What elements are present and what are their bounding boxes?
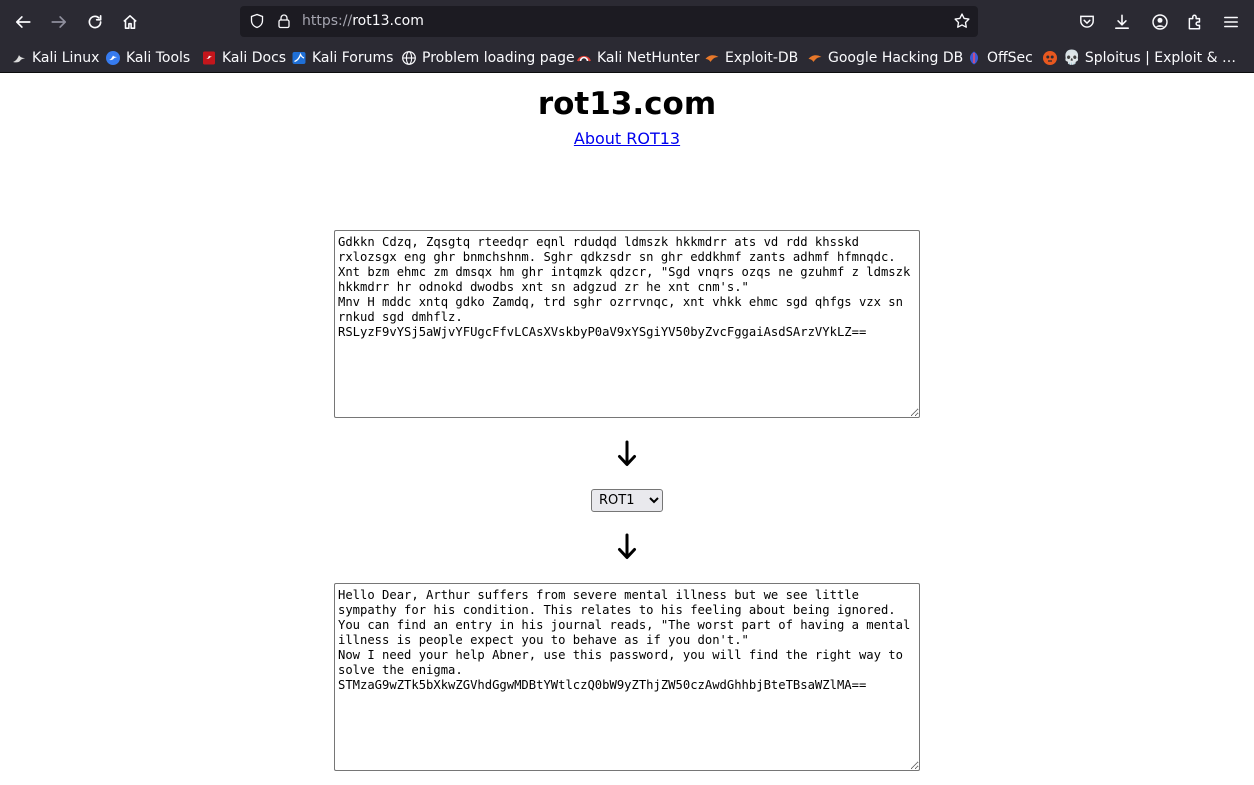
- bookmark-label: 💀 Sploitus | Exploit & …: [1063, 50, 1236, 66]
- rotation-select[interactable]: ROT1: [591, 489, 663, 512]
- bookmark-sploitus[interactable]: 💀 Sploitus | Exploit & …: [1042, 48, 1236, 68]
- kali-tools-icon: [106, 51, 120, 65]
- rotation-select-wrapper: ROT1: [591, 489, 663, 512]
- bookmark-offsec[interactable]: OffSec: [966, 48, 1033, 68]
- url-host: rot13.com: [352, 13, 424, 29]
- home-icon[interactable]: [116, 8, 144, 36]
- bookmark-label: Kali Linux: [32, 50, 100, 66]
- bookmark-label: Google Hacking DB: [828, 50, 964, 66]
- bookmark-exploit-db[interactable]: Exploit-DB: [704, 48, 798, 68]
- menu-hamburger-icon[interactable]: [1217, 8, 1245, 36]
- kali-forums-icon: [292, 52, 306, 64]
- back-arrow-icon[interactable]: [9, 8, 37, 36]
- bookmark-kali-docs[interactable]: Kali Docs: [201, 48, 286, 68]
- lock-icon[interactable]: [276, 13, 292, 29]
- bookmark-label: OffSec: [987, 50, 1033, 66]
- bookmark-label: Problem loading page: [422, 50, 575, 66]
- globe-icon: [402, 51, 416, 65]
- reload-icon[interactable]: [81, 8, 109, 36]
- exploitdb-icon: [705, 55, 719, 62]
- pocket-icon[interactable]: [1073, 8, 1101, 36]
- page-title: rot13.com: [537, 86, 717, 122]
- kali-docs-icon: [203, 51, 215, 65]
- ghdb-icon: [808, 55, 822, 62]
- bookmark-label: Kali Tools: [126, 50, 191, 66]
- nethunter-icon: [576, 55, 592, 62]
- account-icon[interactable]: [1146, 8, 1174, 36]
- downloads-icon[interactable]: [1108, 8, 1136, 36]
- input-textarea[interactable]: Gdkkn Cdzq, Zqsgtq rteedqr eqnl rdudqd l…: [334, 230, 920, 418]
- sploitus-icon: [1043, 51, 1057, 65]
- bookmark-label: Kali NetHunter: [597, 50, 700, 66]
- address-bar[interactable]: https://rot13.com: [240, 6, 978, 37]
- bookmark-label: Kali Docs: [222, 50, 287, 66]
- bookmark-kali-tools[interactable]: Kali Tools: [105, 48, 190, 68]
- bookmark-problem-loading-page[interactable]: Problem loading page: [401, 48, 575, 68]
- bookmark-star-icon[interactable]: [953, 12, 971, 30]
- offsec-icon: [970, 51, 978, 65]
- bookmark-google-hacking-db[interactable]: Google Hacking DB: [807, 48, 963, 68]
- down-arrow-icon: [618, 533, 636, 559]
- browser-toolbar: https://rot13.com: [0, 0, 1254, 44]
- forward-arrow-icon[interactable]: [45, 8, 73, 36]
- about-rot13-link[interactable]: About ROT13: [574, 129, 680, 148]
- tracking-shield-icon[interactable]: [249, 13, 265, 29]
- bookmark-kali-linux[interactable]: Kali Linux: [11, 48, 99, 68]
- output-textarea[interactable]: Hello Dear, Arthur suffers from severe m…: [334, 583, 920, 771]
- about-link-row: About ROT13: [0, 129, 1254, 148]
- bookmark-kali-forums[interactable]: Kali Forums: [291, 48, 393, 68]
- down-arrow-icon: [618, 440, 636, 466]
- kali-dragon-icon: [13, 55, 25, 63]
- extensions-icon[interactable]: [1181, 8, 1209, 36]
- url-scheme: https://: [302, 13, 353, 29]
- bookmark-label: Kali Forums: [312, 50, 394, 66]
- bookmark-kali-nethunter[interactable]: Kali NetHunter: [576, 48, 699, 68]
- bookmark-label: Exploit-DB: [725, 50, 799, 66]
- url-text[interactable]: https://rot13.com: [302, 13, 424, 29]
